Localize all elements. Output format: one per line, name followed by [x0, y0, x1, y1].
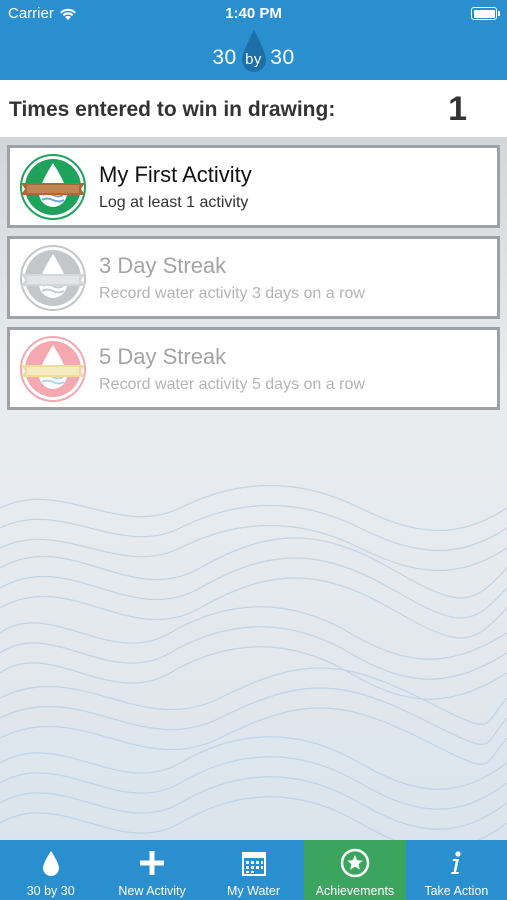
first-activity-badge-icon [20, 154, 86, 220]
achievement-card-5-day-streak[interactable]: 5 Day Streak Record water activity 5 day… [7, 327, 500, 410]
achievement-card-3-day-streak[interactable]: 3 Day Streak Record water activity 3 day… [7, 236, 500, 319]
tab-achievements[interactable]: Achievements [304, 840, 406, 900]
tab-new-activity[interactable]: New Activity [101, 840, 202, 900]
tab-bar: 30 by 30 New Activity My Water Achieveme… [0, 840, 507, 900]
app-logo: 30 by 30 [0, 46, 507, 70]
tab-30-by-30[interactable]: 30 by 30 [0, 840, 101, 900]
5-day-streak-badge-icon [20, 336, 86, 402]
achievement-title: My First Activity [99, 162, 252, 187]
logo-right: 30 [270, 46, 295, 69]
tab-take-action[interactable]: Take Action [406, 840, 507, 900]
wave-pattern-background [0, 484, 507, 840]
status-bar: Carrier 1:40 PM [0, 0, 507, 28]
star-badge-icon [340, 848, 370, 878]
tab-label: Take Action [424, 884, 489, 898]
tab-label: 30 by 30 [26, 884, 75, 898]
achievement-card-first-activity[interactable]: My First Activity Log at least 1 activit… [7, 145, 500, 228]
entries-count: 1 [448, 90, 467, 128]
achievement-description: Record water activity 3 days on a row [99, 285, 365, 302]
calendar-icon [241, 852, 266, 876]
plus-icon [140, 851, 165, 875]
tab-label: New Activity [118, 884, 186, 898]
app-header: Carrier 1:40 PM 30 by 30 [0, 0, 507, 80]
achievement-title: 5 Day Streak [99, 344, 227, 369]
drop-icon [42, 851, 59, 876]
info-icon [451, 851, 461, 874]
logo-by: by [245, 51, 262, 68]
drawing-entries-bar: Times entered to win in drawing: 1 [0, 80, 507, 138]
achievement-description: Record water activity 5 days on a row [99, 376, 365, 393]
tab-label: Achievements [315, 884, 395, 898]
tab-label: My Water [227, 884, 281, 898]
achievements-list: My First Activity Log at least 1 activit… [0, 138, 507, 840]
tab-my-water[interactable]: My Water [203, 840, 304, 900]
achievement-description: Log at least 1 activity [99, 194, 249, 211]
battery-icon [471, 7, 500, 20]
achievement-title: 3 Day Streak [99, 253, 227, 278]
logo-left: 30 [212, 46, 237, 69]
entries-label: Times entered to win in drawing: [9, 98, 336, 121]
status-time: 1:40 PM [225, 5, 282, 22]
3-day-streak-badge-icon [20, 245, 86, 311]
